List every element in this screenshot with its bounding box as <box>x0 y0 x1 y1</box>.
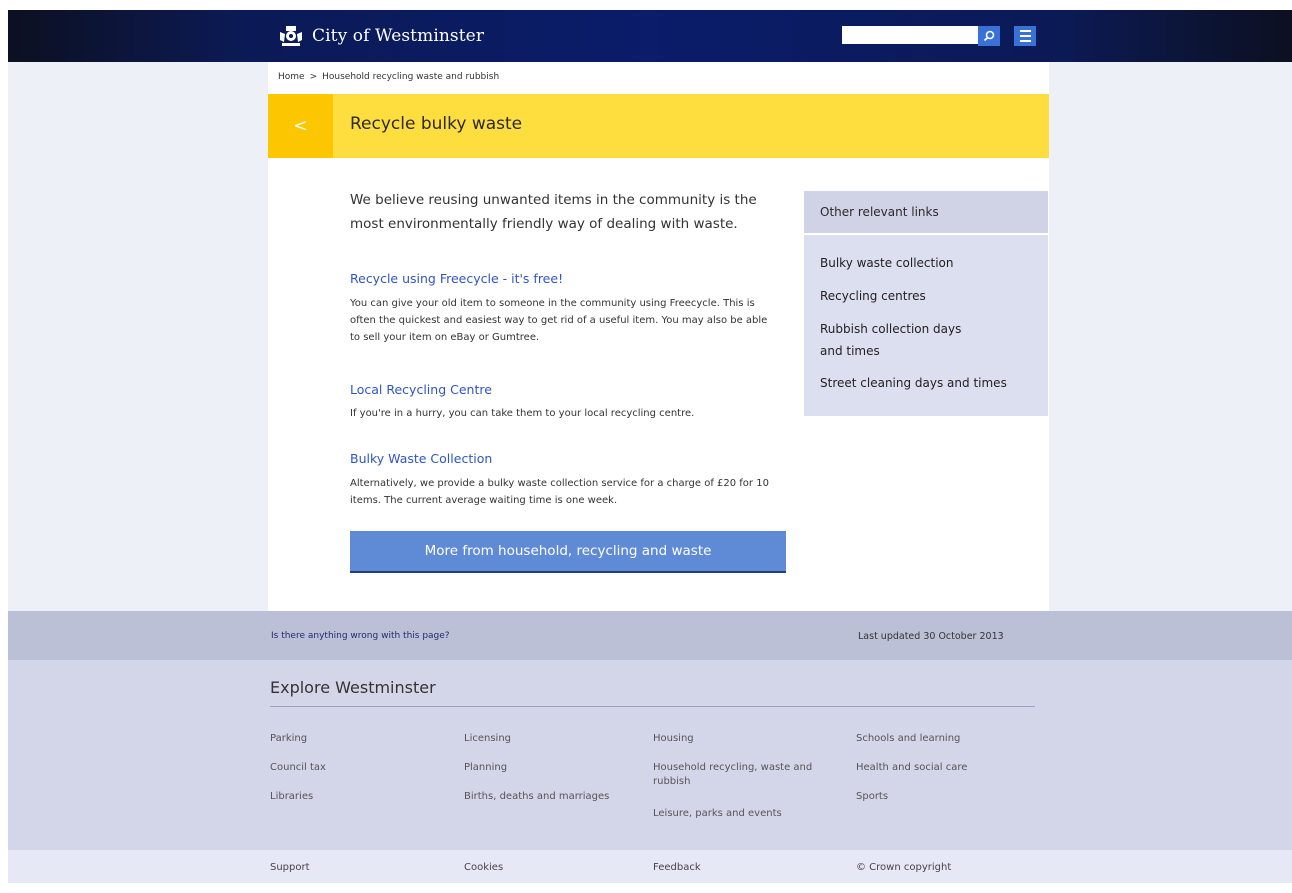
more-household-button[interactable]: More from household, recycling and waste <box>350 531 786 573</box>
page: City of Westminster Home > Household rec… <box>8 10 1292 883</box>
content-column: Home > Household recycling waste and rub… <box>268 62 1049 611</box>
brand-name: City of Westminster <box>312 26 485 46</box>
search-button[interactable] <box>978 26 1000 46</box>
footer-link-cookies[interactable]: Cookies <box>464 862 503 873</box>
search-icon <box>983 30 995 42</box>
breadcrumb: Home > Household recycling waste and rub… <box>278 72 499 82</box>
title-banner: < Recycle bulky waste <box>268 94 1049 158</box>
breadcrumb-home[interactable]: Home <box>278 72 305 82</box>
menu-button[interactable] <box>1014 26 1036 46</box>
report-problem-link[interactable]: Is there anything wrong with this page? <box>271 631 450 641</box>
breadcrumb-separator: > <box>309 72 318 82</box>
intro-text: We believe reusing unwanted items in the… <box>350 192 757 232</box>
related-links-panel: Bulky waste collection Recycling centres… <box>804 235 1048 416</box>
recycling-centre-text: If you're in a hurry, you can take them … <box>350 408 695 419</box>
footer-link-support[interactable]: Support <box>270 862 310 873</box>
explore-link-health[interactable]: Health and social care <box>856 761 1026 775</box>
explore-link-licensing[interactable]: Licensing <box>464 732 634 746</box>
explore-title: Explore Westminster <box>270 678 436 697</box>
explore-link-housing[interactable]: Housing <box>653 732 823 746</box>
footer-link-feedback[interactable]: Feedback <box>653 862 701 873</box>
bulky-waste-link[interactable]: Bulky Waste Collection <box>350 451 492 466</box>
explore-link-libraries[interactable]: Libraries <box>270 790 440 804</box>
freecycle-link[interactable]: Recycle using Freecycle - it's free! <box>350 271 563 286</box>
menu-icon-line <box>1019 40 1031 42</box>
explore-link-schools[interactable]: Schools and learning <box>856 732 1026 746</box>
menu-icon-line <box>1019 35 1031 37</box>
coat-of-arms-icon <box>280 26 302 46</box>
sidebar-link-street-cleaning[interactable]: Street cleaning days and times <box>820 372 1040 394</box>
explore-link-leisure[interactable]: Leisure, parks and events <box>653 807 823 821</box>
search-input[interactable] <box>842 26 982 44</box>
divider <box>270 706 1035 707</box>
menu-icon <box>1019 30 1031 32</box>
explore-link-births-deaths[interactable]: Births, deaths and marriages <box>464 790 634 804</box>
site-footer: Support Cookies Feedback © Crown copyrig… <box>8 850 1292 883</box>
breadcrumb-current[interactable]: Household recycling waste and rubbish <box>322 72 499 82</box>
site-logo[interactable]: City of Westminster <box>278 22 484 50</box>
bulky-waste-text: Alternatively, we provide a bulky waste … <box>350 478 769 506</box>
freecycle-text: You can give your old item to someone in… <box>350 298 768 343</box>
explore-link-council-tax[interactable]: Council tax <box>270 761 440 775</box>
explore-link-sports[interactable]: Sports <box>856 790 1026 804</box>
explore-section: Explore Westminster Parking Council tax … <box>8 660 1292 850</box>
explore-link-parking[interactable]: Parking <box>270 732 440 746</box>
back-button[interactable]: < <box>268 94 333 158</box>
sidebar-title: Other relevant links <box>804 191 1048 233</box>
recycling-centre-link[interactable]: Local Recycling Centre <box>350 382 492 397</box>
sidebar-link-rubbish-collection[interactable]: Rubbish collection days and times <box>820 318 970 362</box>
feedback-bar: Is there anything wrong with this page? … <box>8 611 1292 660</box>
last-updated: Last updated 30 October 2013 <box>858 631 1004 642</box>
sidebar-link-bulky-waste[interactable]: Bulky waste collection <box>820 252 1040 274</box>
explore-link-household-recycling[interactable]: Household recycling, waste and rubbish <box>653 761 818 789</box>
sidebar-link-recycling-centres[interactable]: Recycling centres <box>820 285 1040 307</box>
site-header: City of Westminster <box>8 10 1292 62</box>
copyright: © Crown copyright <box>856 862 952 873</box>
page-title: Recycle bulky waste <box>350 114 523 134</box>
chevron-left-icon: < <box>293 116 308 136</box>
explore-link-planning[interactable]: Planning <box>464 761 634 775</box>
